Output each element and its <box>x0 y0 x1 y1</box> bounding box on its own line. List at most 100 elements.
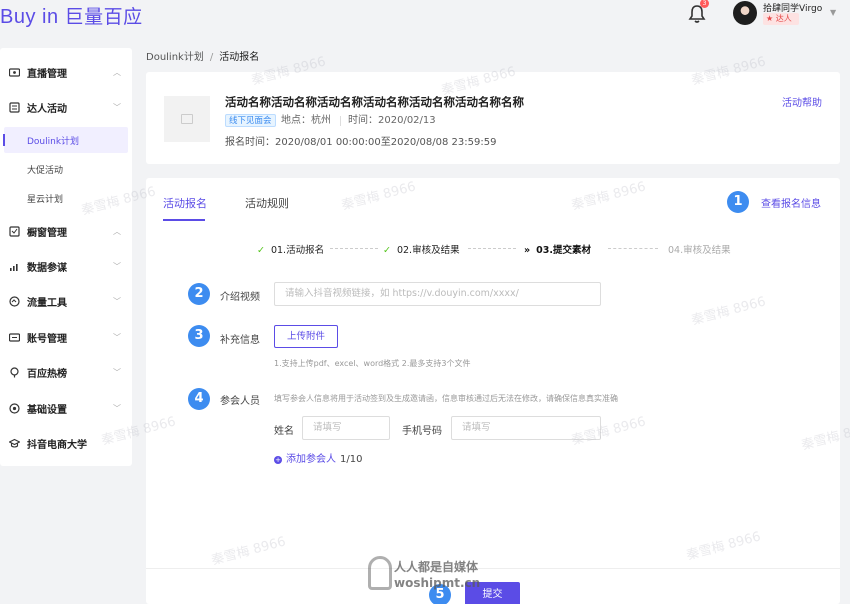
user-role-badge: ★ 达人 <box>763 13 799 25</box>
view-signup-info-link[interactable]: 查看报名信息 <box>761 195 821 210</box>
chevron-down-icon: ﹀ <box>113 367 121 377</box>
traffic-icon <box>9 295 20 307</box>
step-signup: ✓ 01.活动报名 <box>257 245 325 256</box>
logo-cn: 巨量百应 <box>64 7 143 28</box>
top-bar: Buy in 巨量百应 3 拾肆同学Virgo ★ 达人 ▼ <box>0 0 850 34</box>
guide-badge-1: 1 <box>727 191 749 213</box>
guide-badge-2: 2 <box>188 283 210 305</box>
sidebar-item-label: 基础设置 <box>27 404 67 416</box>
sidebar-item-promotion[interactable]: 大促活动 <box>0 156 132 182</box>
upload-attachment-button[interactable]: 上传附件 <box>274 325 338 348</box>
account-icon <box>9 332 20 342</box>
breadcrumb-parent[interactable]: Doulink计划 <box>146 52 204 63</box>
activity-help-link[interactable]: 活动帮助 <box>782 94 822 109</box>
sidebar-item-hot[interactable]: 百应热榜 ﹀ <box>0 360 132 384</box>
sidebar-item-label: 百应热榜 <box>27 368 67 380</box>
signup-panel: 活动报名 活动规则 1 查看报名信息 ✓ 01.活动报名 ✓ 02.审核及结果 » 0… <box>146 178 840 604</box>
sidebar-item-account[interactable]: 账号管理 ﹀ <box>0 325 132 349</box>
chevron-up-icon: ︿ <box>113 226 121 236</box>
site-watermark-cn: 人人都是自媒体 <box>394 560 479 574</box>
participant-label: 参会人员 <box>220 396 260 407</box>
hot-icon <box>10 366 19 377</box>
video-label: 介绍视频 <box>220 292 260 303</box>
sidebar-item-label: 数据参谋 <box>27 262 67 274</box>
live-icon <box>9 67 20 77</box>
participant-count: 1/10 <box>340 454 363 465</box>
double-chevron-right-icon: » <box>524 245 531 256</box>
chevron-down-icon: ﹀ <box>113 332 121 342</box>
phone-input[interactable]: 请填写 <box>451 416 601 440</box>
breadcrumb-separator: / <box>209 52 214 63</box>
chevron-down-icon: ﹀ <box>113 102 121 112</box>
breadcrumb: Doulink计划 / 活动报名 <box>146 48 259 63</box>
sidebar: 直播管理 ︿ 达人活动 ﹀ Doulink计划 大促活动 星云计划 橱窗管理 ︿… <box>0 48 132 466</box>
step-submit-material: » 03.提交素材 <box>524 245 591 256</box>
sidebar-item-live[interactable]: 直播管理 ︿ <box>0 60 132 84</box>
breadcrumb-current: 活动报名 <box>219 52 260 63</box>
check-icon: ✓ <box>383 245 391 256</box>
guide-badge-4: 4 <box>188 388 210 410</box>
video-link-input[interactable]: 请输入抖音视频链接，如 https://v.douyin.com/xxxx/ <box>274 282 601 306</box>
site-watermark: 人人都是自媒体 woshipmt.cn <box>368 556 488 596</box>
sidebar-item-label: 达人活动 <box>27 103 67 115</box>
chevron-down-icon: ﹀ <box>113 296 121 306</box>
activity-title: 活动名称活动名称活动名称活动名称活动名称活动名称名称 <box>225 95 524 109</box>
check-icon: ✓ <box>257 245 265 256</box>
guide-badge-3: 3 <box>188 325 210 347</box>
signup-period: 报名时间：2020/08/01 00:00:00至2020/08/08 23:5… <box>225 137 497 148</box>
showcase-icon <box>9 225 20 237</box>
app-logo[interactable]: Buy in 巨量百应 <box>0 2 143 29</box>
tab-signup[interactable]: 活动报名 <box>163 195 207 211</box>
name-input[interactable]: 请填写 <box>302 416 390 440</box>
upload-hint: 1.支持上传pdf、excel、word格式 2.最多支持3个文件 <box>274 359 471 368</box>
site-watermark-en: woshipmt.cn <box>394 576 481 590</box>
activity-icon <box>9 101 20 113</box>
gear-icon <box>9 402 20 414</box>
sidebar-item-nebula[interactable]: 星云计划 <box>0 185 132 211</box>
activity-thumbnail <box>164 96 210 142</box>
activity-location: 地点：杭州 <box>281 115 331 126</box>
sidebar-item-settings[interactable]: 基础设置 ﹀ <box>0 396 132 420</box>
step-final-review: 04.审核及结果 <box>668 245 731 256</box>
divider <box>340 116 341 126</box>
activity-card: 活动名称活动名称活动名称活动名称活动名称活动名称名称 线下见面会 地点：杭州 时… <box>146 72 840 164</box>
plus-icon: + <box>274 456 282 464</box>
logo-en: Buy in <box>0 6 59 28</box>
tab-rules[interactable]: 活动规则 <box>245 195 289 211</box>
sidebar-item-label: 星云计划 <box>27 194 64 205</box>
sidebar-item-label: 大促活动 <box>27 165 64 176</box>
activity-type-tag: 线下见面会 <box>225 114 276 127</box>
graduation-icon <box>9 438 20 448</box>
active-tab-indicator <box>163 219 205 221</box>
sidebar-item-label: 流量工具 <box>27 297 67 309</box>
sidebar-item-showcase[interactable]: 橱窗管理 ︿ <box>0 219 132 243</box>
chart-icon <box>10 263 18 271</box>
step-connector <box>608 248 658 249</box>
chevron-down-icon: ﹀ <box>113 403 121 413</box>
step-connector <box>330 248 378 249</box>
step-connector <box>468 248 516 249</box>
phone-label: 手机号码 <box>402 426 442 437</box>
chevron-down-icon[interactable]: ▼ <box>830 8 836 17</box>
site-logo-icon <box>368 556 392 590</box>
sidebar-item-doulink[interactable]: Doulink计划 <box>3 127 128 153</box>
chevron-down-icon: ﹀ <box>113 261 121 271</box>
supplement-label: 补充信息 <box>220 335 260 346</box>
add-participant-button[interactable]: + 添加参会人 1/10 <box>274 450 362 465</box>
sidebar-item-label: Doulink计划 <box>27 136 80 147</box>
participant-hint: 填写参会人信息将用于活动签到及生成邀请函，信息审核通过后无法在修改，请确保信息真… <box>274 394 618 403</box>
step-review: ✓ 02.审核及结果 <box>383 245 460 256</box>
footer-divider <box>146 568 840 569</box>
sidebar-item-data[interactable]: 数据参谋 ﹀ <box>0 254 132 278</box>
avatar[interactable] <box>733 1 757 25</box>
sidebar-item-traffic[interactable]: 流量工具 ﹀ <box>0 289 132 313</box>
name-label: 姓名 <box>274 426 294 437</box>
sidebar-item-label: 橱窗管理 <box>27 227 67 239</box>
sidebar-item-label: 抖音电商大学 <box>27 439 87 451</box>
sidebar-item-label: 账号管理 <box>27 333 67 345</box>
sidebar-item-label: 直播管理 <box>27 68 67 80</box>
sidebar-item-activity[interactable]: 达人活动 ﹀ <box>0 95 132 119</box>
sidebar-item-university[interactable]: 抖音电商大学 <box>0 431 132 455</box>
image-placeholder-icon <box>181 114 193 124</box>
activity-time: 时间：2020/02/13 <box>348 115 436 126</box>
